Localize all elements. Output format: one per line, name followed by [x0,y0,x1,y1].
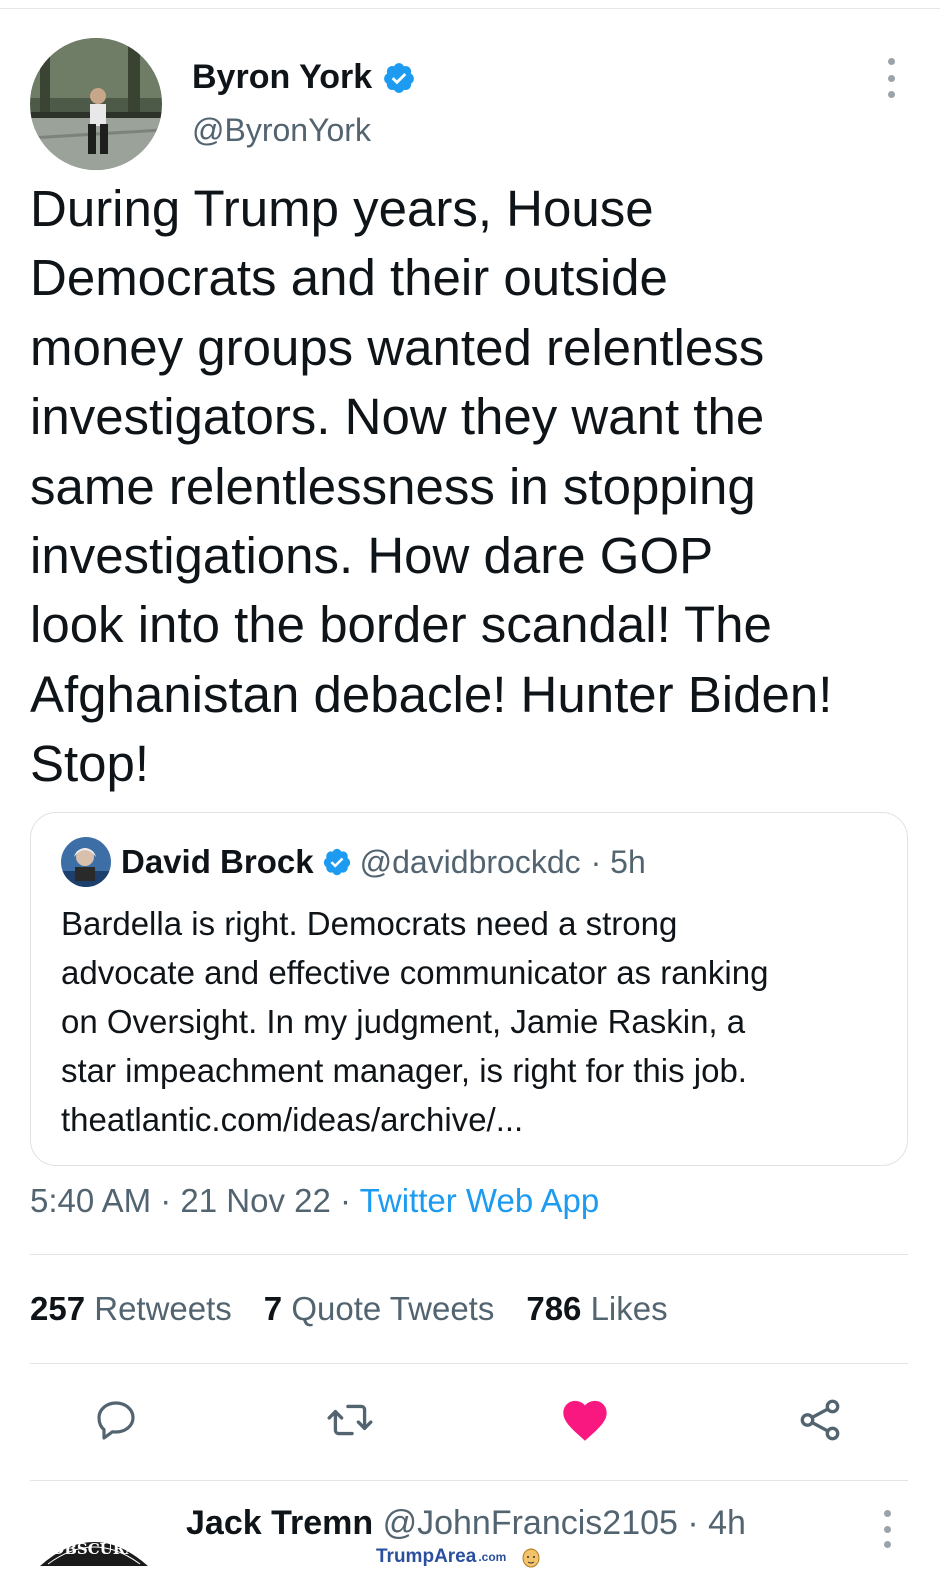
reply-avatar-text: OBSCURA [51,1540,137,1558]
retweets-count: 257 [30,1290,86,1327]
more-vertical-icon[interactable] [884,58,898,98]
author-avatar[interactable] [30,38,162,170]
tweet-stats: 257 Retweets 7 Quote Tweets 786 Likes [30,1290,700,1328]
likes-count: 786 [526,1290,582,1327]
watermark: Trump Area .com [376,1545,542,1569]
verified-badge-icon [384,62,415,93]
retweets-label: Retweets [94,1290,232,1327]
likes-stat[interactable]: 786 Likes [526,1290,667,1328]
quoted-tweet-card[interactable]: David Brock @davidbrockdc · 5h Bardella … [30,812,908,1166]
quoted-time: · 5h [590,843,646,880]
reply-time: · 4h [687,1504,746,1542]
tweet-header: Byron York @ByronYork [30,38,910,170]
divider [30,1254,908,1255]
author-name-row: Byron York [192,58,416,97]
reply-header: Jack Tremn @JohnFrancis2105 · 4h [186,1504,746,1543]
quoted-header: David Brock @davidbrockdc · 5h [121,843,646,881]
reply-author-avatar[interactable]: OBSCURA [36,1508,152,1568]
author-display-name[interactable]: Byron York [192,58,372,97]
divider [30,1363,908,1364]
quoted-author-avatar [61,837,111,887]
reply-display-name: Jack Tremn [186,1504,374,1542]
quote-tweets-stat[interactable]: 7 Quote Tweets [264,1290,495,1328]
like-heart-icon[interactable] [555,1390,615,1450]
quote-tweets-count: 7 [263,1290,283,1327]
quoted-display-name: David Brock [121,843,314,880]
watermark-face-icon [522,1548,540,1568]
retweets-stat[interactable]: 257 Retweets [30,1290,232,1328]
author-handle[interactable]: @ByronYork [192,112,371,149]
quoted-handle: @davidbrockdc [359,843,581,880]
watermark-brand-b: Area [434,1546,477,1567]
share-icon[interactable] [790,1390,850,1450]
tweet-actions [0,1390,940,1454]
quoted-text: Bardella is right. Democrats need a stro… [61,905,769,1138]
likes-label: Likes [590,1290,668,1327]
verified-badge-icon [323,848,350,876]
reply-icon[interactable] [86,1390,146,1450]
tweet-source-link[interactable]: Twitter Web App [360,1182,600,1219]
watermark-suffix: .com [478,1550,507,1564]
tweet-meta: 5:40 AM · 21 Nov 22 · Twitter Web App [30,1182,599,1220]
watermark-brand-a: Trump [376,1546,435,1567]
retweet-icon[interactable] [320,1390,380,1450]
tweet-text: During Trump years, House Democrats and … [30,180,833,793]
tweet-timestamp[interactable]: 5:40 AM · 21 Nov 22 · [30,1182,360,1219]
top-divider [0,8,940,9]
divider [30,1480,908,1481]
quote-tweets-label: Quote Tweets [291,1290,495,1327]
reply-handle: @JohnFrancis2105 [382,1504,678,1542]
more-vertical-icon[interactable] [880,1510,894,1548]
